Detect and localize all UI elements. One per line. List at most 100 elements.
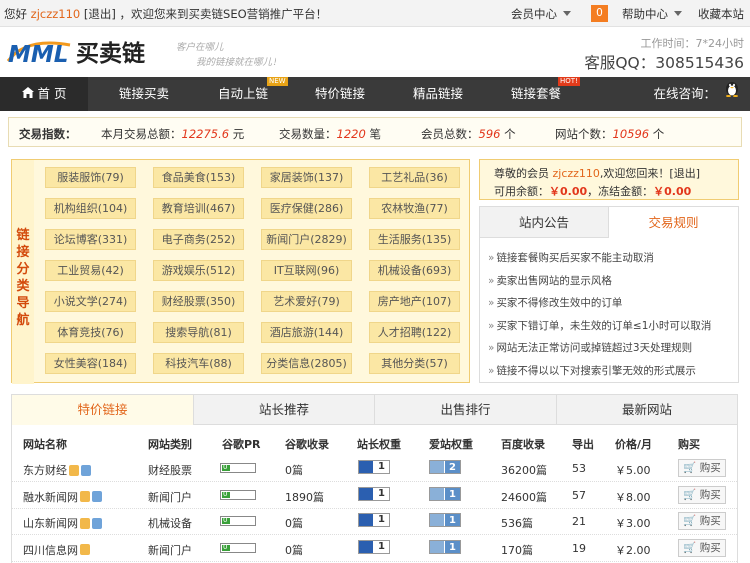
nav-special-link[interactable]: 特价链接 xyxy=(302,77,378,111)
category-button[interactable]: 农林牧渔(77) xyxy=(369,198,460,219)
site-name[interactable]: 东方财经 xyxy=(23,462,91,478)
category-button[interactable]: 工艺礼品(36) xyxy=(369,167,460,188)
tab-webmaster-picks[interactable]: 站长推荐 xyxy=(193,395,374,425)
tab-trade-rules[interactable]: 交易规则 xyxy=(609,207,738,238)
nav-home[interactable]: 首 页 xyxy=(0,77,88,111)
outlink-count: 57 xyxy=(572,488,586,502)
buy-button[interactable]: 🛒 购买 xyxy=(678,538,726,557)
member-center-label: 会员中心 xyxy=(511,6,557,21)
rule-item[interactable]: » 买家下错订单，未生效的订单≤1小时可以取消 xyxy=(488,315,738,338)
nav-link-trade[interactable]: 链接买卖 xyxy=(106,77,182,111)
category-button[interactable]: 其他分类(57) xyxy=(369,353,460,374)
slogan-line-1: 客户在哪儿 xyxy=(176,41,224,53)
nav-premium-link[interactable]: 精品链接 xyxy=(400,77,476,111)
rule-item[interactable]: » 买家不得修改生效中的订单 xyxy=(488,292,738,315)
blue-tag-icon xyxy=(92,517,102,529)
baidu-index: 36200篇 xyxy=(501,464,547,477)
outlink-count: 53 xyxy=(572,462,586,475)
bullet-icon: » xyxy=(488,319,495,332)
category-button[interactable]: 机械设备(693) xyxy=(369,260,460,281)
category-button[interactable]: 教育培训(467) xyxy=(153,198,244,219)
member-username[interactable]: zjczz110 xyxy=(553,167,600,180)
nav-auto-link-label: 自动上链 xyxy=(217,86,268,101)
category-button[interactable]: 人才招聘(122) xyxy=(369,322,460,343)
help-center-menu[interactable]: 帮助中心 xyxy=(622,6,682,22)
category-button[interactable]: 医疗保健(286) xyxy=(261,198,352,219)
site-name[interactable]: 山东新闻网 xyxy=(23,515,102,531)
rule-item[interactable]: » 链接套餐购买后买家不能主动取消 xyxy=(488,247,738,270)
category-button[interactable]: 分类信息(2805) xyxy=(261,353,352,374)
category-button[interactable]: 房产地产(107) xyxy=(369,291,460,312)
category-button[interactable]: 生活服务(135) xyxy=(369,229,460,250)
google-pr-meter: 0 xyxy=(220,542,256,553)
category-button[interactable]: 工业贸易(42) xyxy=(45,260,136,281)
paw-icon xyxy=(430,514,444,526)
category-button[interactable]: 酒店旅游(144) xyxy=(261,322,352,343)
username-link[interactable]: zjczz110 xyxy=(31,7,81,21)
category-button[interactable]: 女性美容(184) xyxy=(45,353,136,374)
available-balance: ￥0.00 xyxy=(549,185,588,198)
member-center-menu[interactable]: 会员中心 xyxy=(511,6,571,22)
col-outlinks: 导出 xyxy=(572,438,594,451)
rule-item[interactable]: » 网站无法正常访问或掉链超过3天处理规则 xyxy=(488,337,738,360)
tab-newest-sites[interactable]: 最新网站 xyxy=(556,395,737,425)
buy-button[interactable]: 🛒 购买 xyxy=(678,512,726,530)
site-name[interactable]: 四川信息网 xyxy=(23,542,90,558)
google-pr-meter: 0 xyxy=(220,463,256,473)
member-welcome: 尊敬的会员 zjczz110,欢迎您回来！[退出] xyxy=(494,167,701,180)
col-category: 网站类别 xyxy=(148,438,192,451)
category-button[interactable]: 小说文学(274) xyxy=(45,291,136,312)
support-qq[interactable]: 客服QQ：308515436 xyxy=(584,51,744,73)
category-button[interactable]: 论坛博客(331) xyxy=(45,229,136,250)
site-category: 新闻门户 xyxy=(148,490,192,504)
tab-sales-ranking[interactable]: 出售排行 xyxy=(374,395,556,425)
category-button[interactable]: 家居装饰(137) xyxy=(261,167,352,188)
yellow-tag-icon xyxy=(69,464,79,476)
paw-icon xyxy=(430,487,444,500)
cart-icon: 🛒 xyxy=(683,488,697,501)
logo-icon: MML 买卖链 xyxy=(6,40,145,68)
notification-count-badge[interactable]: 0 xyxy=(591,5,608,22)
category-button[interactable]: 财经股票(350) xyxy=(153,291,244,312)
site-logo[interactable]: MML 买卖链 xyxy=(6,35,156,68)
col-site-name: 网站名称 xyxy=(23,438,67,451)
rule-item[interactable]: » 卖家出售网站的显示风格 xyxy=(488,270,738,293)
monthly-price: ￥2.00 xyxy=(615,543,651,557)
tab-special-links[interactable]: 特价链接 xyxy=(12,395,193,425)
paw-icon xyxy=(359,514,373,526)
tab-announcements[interactable]: 站内公告 xyxy=(480,207,609,238)
favorite-link[interactable]: 收藏本站 xyxy=(698,6,744,22)
category-button[interactable]: IT互联网(96) xyxy=(261,260,352,281)
category-button[interactable]: 搜索导航(81) xyxy=(153,322,244,343)
category-button[interactable]: 机构组织(104) xyxy=(45,198,136,219)
logout-link[interactable]: [退出] xyxy=(84,7,116,21)
nav-link-package-label: 链接套餐 xyxy=(510,86,561,101)
webmaster-weight: 1 xyxy=(358,539,390,554)
category-button[interactable]: 食品美食(153) xyxy=(153,167,244,188)
online-consult[interactable]: 在线咨询： xyxy=(654,77,741,111)
rule-item[interactable]: » 链接不得以以下对搜索引擎无效的形式展示 xyxy=(488,360,738,383)
category-button[interactable]: 体育竞技(76) xyxy=(45,322,136,343)
paw-icon xyxy=(430,540,444,553)
rule-item-text: 买家下错订单，未生效的订单≤1小时可以取消 xyxy=(496,319,712,332)
category-button[interactable]: 电子商务(252) xyxy=(153,229,244,250)
nav-auto-link[interactable]: 自动上链 NEW xyxy=(205,77,288,111)
nav-link-package[interactable]: 链接套餐 HOT! xyxy=(498,77,580,111)
google-index: 0篇 xyxy=(285,543,303,557)
category-button[interactable]: 服装服饰(79) xyxy=(45,167,136,188)
col-webmaster-weight: 站长权重 xyxy=(357,438,401,451)
cart-icon: 🛒 xyxy=(683,515,697,527)
month-total-stat: 本月交易总额：12275.6 元 xyxy=(101,127,245,141)
site-name[interactable]: 融水新闻网 xyxy=(23,489,102,505)
welcome-text: ，欢迎您来到买卖链SEO营销推广平台！ xyxy=(119,7,328,21)
google-pr-meter: 0 xyxy=(220,489,256,500)
category-button[interactable]: 艺术爱好(79) xyxy=(261,291,352,312)
buy-button[interactable]: 🛒 购买 xyxy=(678,485,726,504)
category-button[interactable]: 游戏娱乐(512) xyxy=(153,260,244,281)
category-button[interactable]: 科技汽车(88) xyxy=(153,353,244,374)
buy-button[interactable]: 🛒 购买 xyxy=(678,459,726,477)
col-price: 价格/月 xyxy=(615,438,653,451)
category-nav-label: 链 接 分 类 导 航 xyxy=(12,160,34,384)
member-logout-link[interactable]: [退出] xyxy=(669,167,700,180)
category-button[interactable]: 新闻门户(2829) xyxy=(261,229,352,250)
